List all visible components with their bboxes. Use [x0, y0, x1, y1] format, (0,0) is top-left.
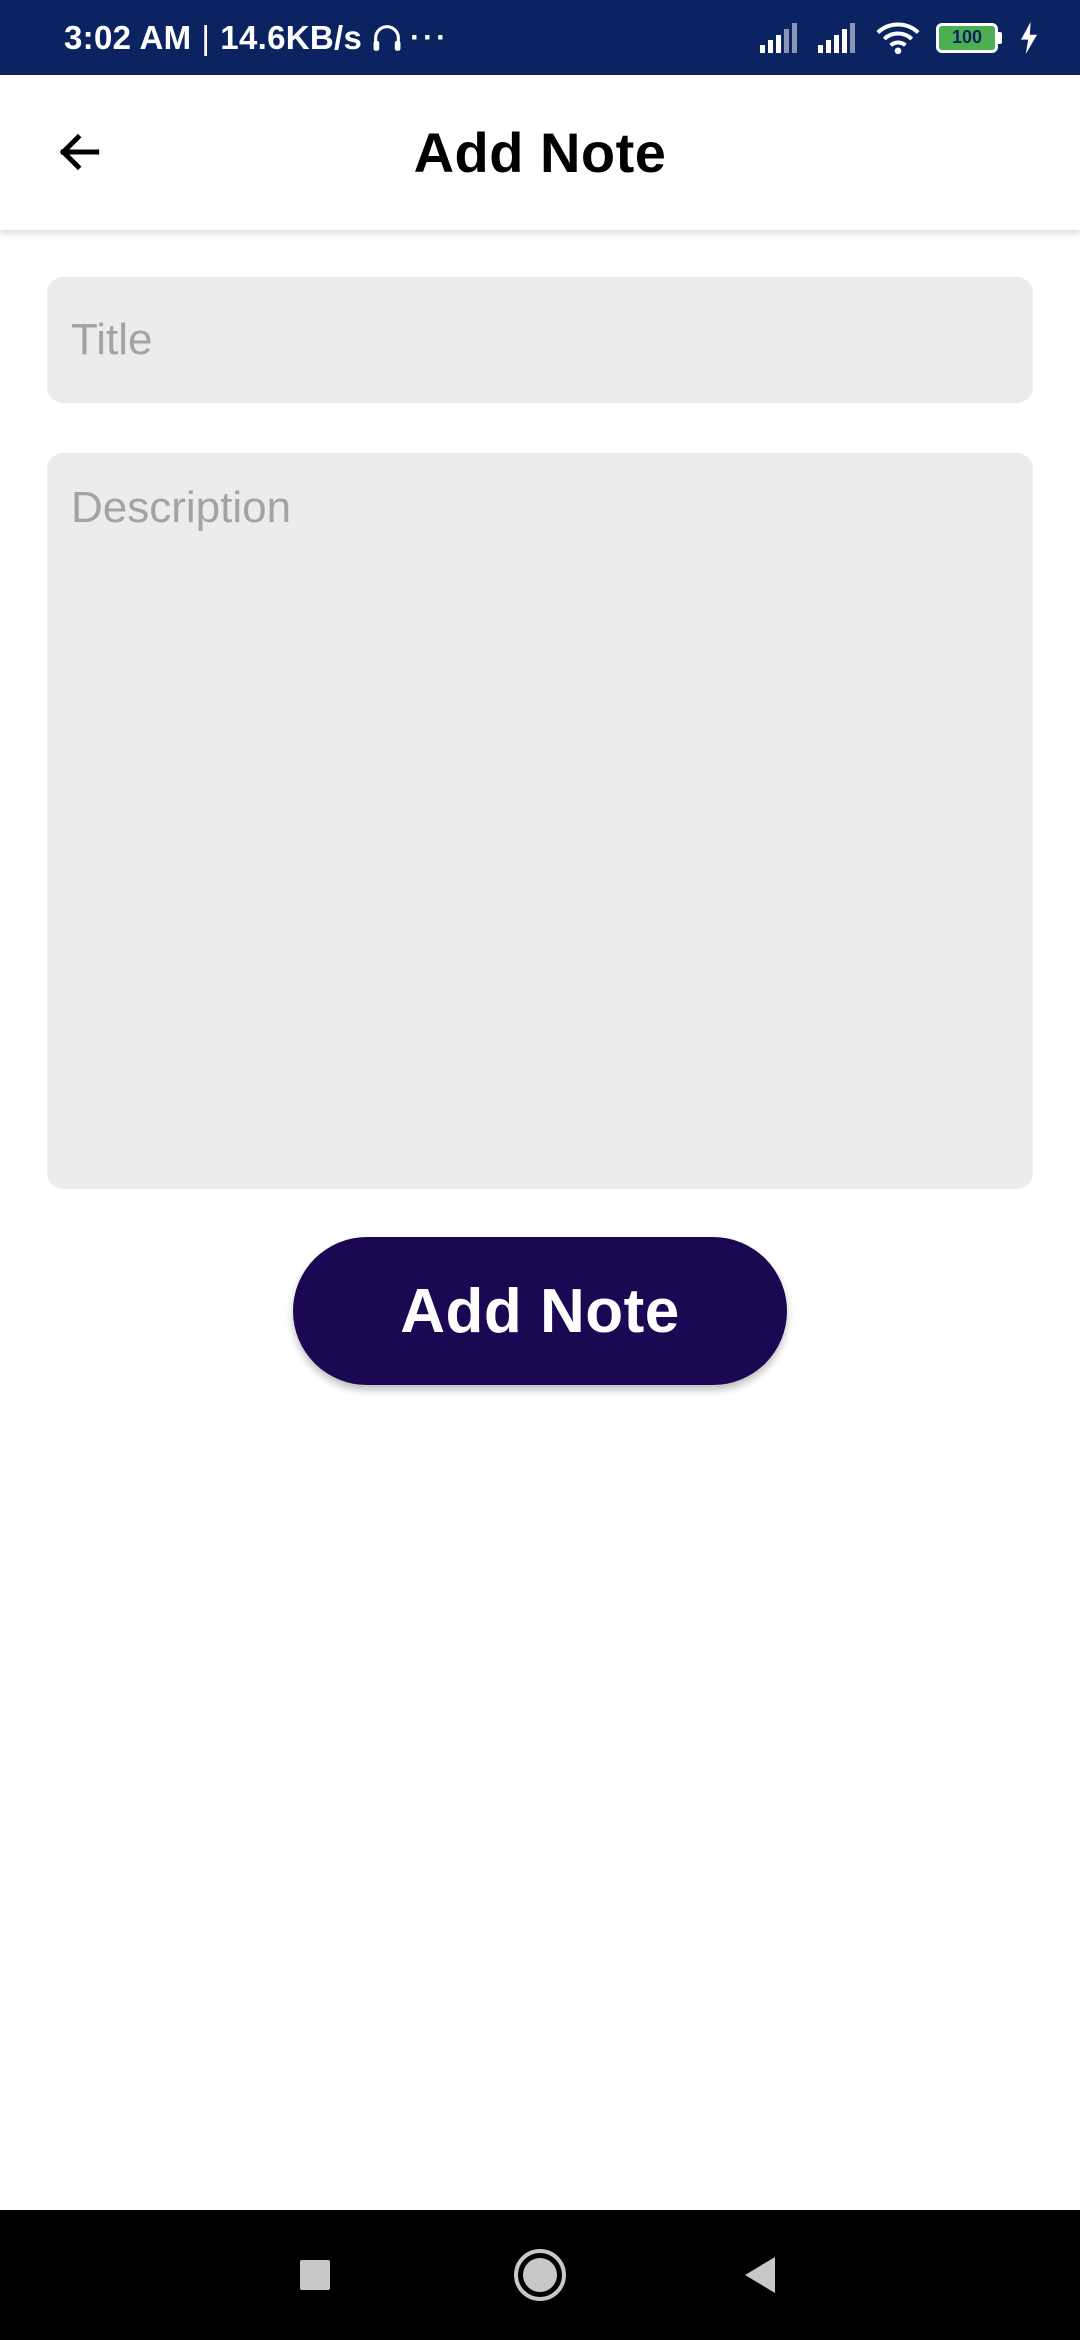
status-separator: |	[201, 18, 211, 56]
battery-cap	[998, 31, 1002, 44]
battery-level: 100	[936, 22, 998, 53]
charging-icon	[1021, 21, 1037, 54]
headphones-icon	[373, 24, 401, 51]
description-input[interactable]	[47, 453, 1033, 1189]
back-triangle-icon	[745, 2257, 775, 2293]
back-button[interactable]	[40, 112, 120, 192]
status-right: 100	[760, 21, 1040, 55]
home-button[interactable]	[510, 2245, 570, 2305]
home-circle-icon	[514, 2249, 566, 2301]
status-time: 3:02 AM	[64, 18, 192, 56]
arrow-left-icon	[59, 133, 100, 171]
signal-icon	[818, 22, 855, 53]
title-input[interactable]	[47, 277, 1033, 403]
battery-icon: 100	[936, 22, 1002, 53]
wifi-icon	[876, 21, 920, 54]
system-nav-bar	[0, 2210, 1080, 2340]
signal-icon	[760, 22, 797, 53]
recents-button[interactable]	[285, 2245, 345, 2305]
nav-back-button[interactable]	[730, 2245, 790, 2305]
add-note-button[interactable]: Add Note	[293, 1237, 787, 1385]
recents-square-icon	[300, 2260, 330, 2290]
page-title: Add Note	[413, 121, 667, 184]
app-bar: Add Note	[0, 75, 1080, 230]
status-bar: 3:02 AM | 14.6KB/s ··· 100	[0, 0, 1080, 75]
more-notifications: ···	[410, 20, 450, 54]
status-left: 3:02 AM | 14.6KB/s ···	[64, 19, 449, 57]
network-speed: 14.6KB/s	[220, 18, 363, 56]
